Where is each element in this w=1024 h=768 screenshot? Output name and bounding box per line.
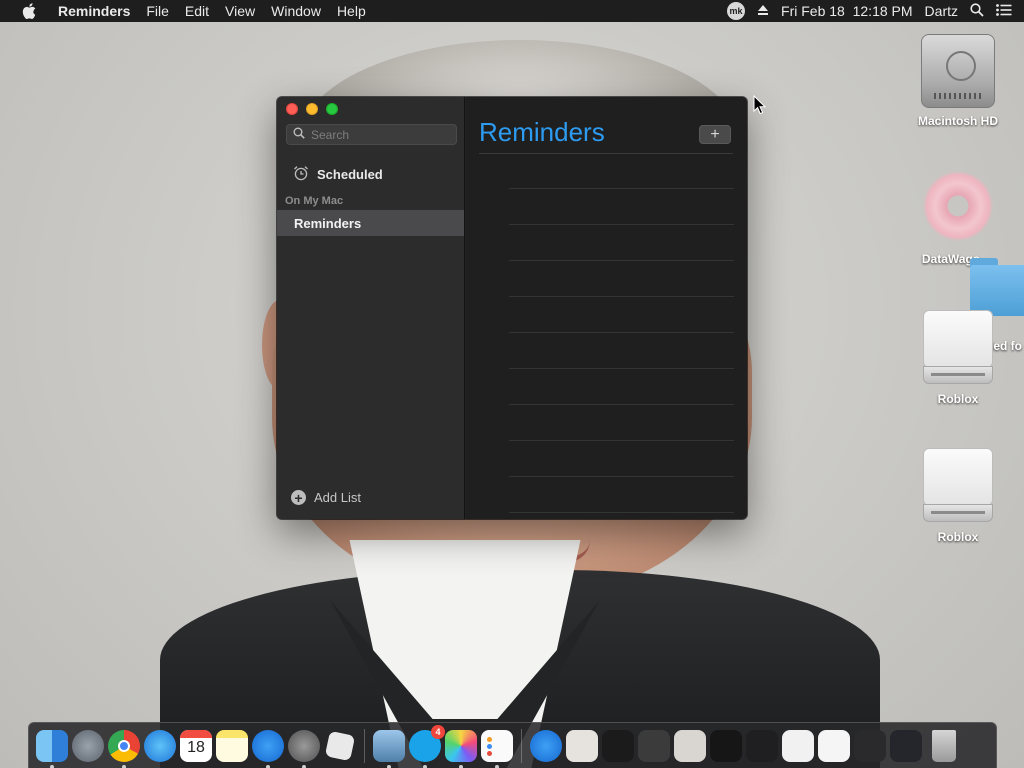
minimized-window-thumbnail[interactable] <box>638 729 670 762</box>
app-store-download-icon[interactable] <box>530 729 562 762</box>
empty-reminder-row[interactable] <box>509 512 734 519</box>
minimized-window-thumbnail[interactable] <box>710 729 742 762</box>
menu-app-name[interactable]: Reminders <box>50 3 138 19</box>
minimized-window-thumbnail[interactable] <box>674 729 706 762</box>
external-drive-icon <box>923 448 993 524</box>
menu-file[interactable]: File <box>138 3 177 19</box>
dock: 18 4 <box>28 722 997 768</box>
minimized-window-thumbnail[interactable] <box>602 729 634 762</box>
flower-image-icon <box>918 166 998 246</box>
desktop-icon-roblox-2[interactable]: Roblox <box>903 448 1013 544</box>
search-input[interactable] <box>311 127 451 142</box>
close-button[interactable] <box>286 103 298 115</box>
desktop-icon-label: Roblox <box>937 530 979 544</box>
notification-badge: 4 <box>431 724 445 739</box>
title-divider <box>479 153 733 154</box>
reminders-list-pane: Reminders + <box>466 97 747 519</box>
sidebar-item-label: Scheduled <box>317 167 383 182</box>
preview-icon[interactable] <box>373 729 405 768</box>
sidebar-section-header: On My Mac <box>285 195 344 207</box>
launchpad-icon[interactable] <box>72 729 104 762</box>
eject-icon[interactable] <box>757 3 769 19</box>
plus-circle-icon: + <box>291 490 306 505</box>
empty-reminder-row[interactable] <box>509 368 734 404</box>
minimized-window-thumbnail[interactable] <box>890 729 922 762</box>
menu-help[interactable]: Help <box>329 3 374 19</box>
desktop-icon-label: Roblox <box>937 392 979 406</box>
safari-icon[interactable] <box>144 729 176 762</box>
reminders-window: Scheduled On My Mac Reminders + Add List… <box>277 97 747 519</box>
dock-separator <box>521 728 522 763</box>
chrome-icon[interactable] <box>108 729 140 768</box>
calendar-icon[interactable]: 18 <box>180 729 212 762</box>
desktop-icon-macintosh-hd[interactable]: Macintosh HD <box>903 34 1013 128</box>
menu-window[interactable]: Window <box>263 3 329 19</box>
sidebar-item-reminders[interactable]: Reminders <box>277 210 464 236</box>
minimized-window-thumbnail[interactable] <box>818 729 850 762</box>
external-drive-icon <box>923 310 993 386</box>
reminders-icon[interactable] <box>481 729 513 768</box>
clock[interactable]: Fri Feb 18 12:18 PM <box>781 3 913 19</box>
empty-reminder-row[interactable] <box>509 188 734 224</box>
color-icon[interactable] <box>445 729 477 768</box>
desktop-icon-datawago[interactable]: DataWago <box>903 166 1013 266</box>
window-controls <box>286 103 346 115</box>
alarm-clock-icon <box>293 165 309 184</box>
notification-center-icon[interactable] <box>996 3 1012 19</box>
notes-icon[interactable] <box>216 729 248 762</box>
desktop-icon-label: Macintosh HD <box>917 114 998 128</box>
menu-view[interactable]: View <box>217 3 263 19</box>
sidebar: Scheduled On My Mac Reminders + Add List <box>277 97 465 519</box>
search-field[interactable] <box>286 124 457 145</box>
minimized-window-thumbnail[interactable] <box>566 729 598 762</box>
hard-drive-icon <box>921 34 995 108</box>
minimize-button[interactable] <box>306 103 318 115</box>
reminder-rows <box>509 188 734 519</box>
empty-reminder-row[interactable] <box>509 296 734 332</box>
system-preferences-icon[interactable] <box>288 729 320 768</box>
zoom-button[interactable] <box>326 103 338 115</box>
finder-icon[interactable] <box>36 729 68 768</box>
sidebar-item-label: Reminders <box>294 215 362 231</box>
minimized-window-thumbnail[interactable] <box>854 729 886 762</box>
spotlight-search-icon[interactable] <box>970 2 984 20</box>
menu-edit[interactable]: Edit <box>177 3 217 19</box>
calendar-day: 18 <box>187 738 205 756</box>
mk-status-icon[interactable]: mk <box>727 2 746 20</box>
add-list-label: Add List <box>314 490 361 505</box>
empty-reminder-row[interactable] <box>509 476 734 512</box>
minimized-window-thumbnail[interactable] <box>746 729 778 762</box>
apple-menu-icon[interactable] <box>20 3 38 19</box>
add-list-button[interactable]: + Add List <box>291 490 361 505</box>
add-reminder-button[interactable]: + <box>699 125 731 144</box>
empty-reminder-row[interactable] <box>509 440 734 476</box>
user-menu[interactable]: Dartz <box>925 3 958 19</box>
trash-icon[interactable] <box>932 729 956 762</box>
list-title: Reminders <box>479 117 605 147</box>
roblox-icon[interactable] <box>324 730 356 761</box>
folder-icon[interactable] <box>970 258 1024 316</box>
dock-separator <box>364 728 365 763</box>
menu-bar: Reminders File Edit View Window Help mk … <box>0 0 1024 22</box>
sidebar-item-scheduled[interactable]: Scheduled <box>293 165 383 184</box>
minimized-window-thumbnail[interactable] <box>782 729 814 762</box>
search-icon <box>293 126 305 144</box>
mouse-cursor-icon <box>753 95 767 115</box>
empty-reminder-row[interactable] <box>509 260 734 296</box>
mk-app-icon[interactable]: 4 <box>409 724 445 768</box>
app-store-icon[interactable] <box>252 729 284 768</box>
empty-reminder-row[interactable] <box>509 224 734 260</box>
empty-reminder-row[interactable] <box>509 404 734 440</box>
desktop-icon-roblox-1[interactable]: Roblox <box>903 310 1013 406</box>
empty-reminder-row[interactable] <box>509 332 734 368</box>
menu-bar-status-area: mk Fri Feb 18 12:18 PM Dartz <box>727 0 1024 22</box>
